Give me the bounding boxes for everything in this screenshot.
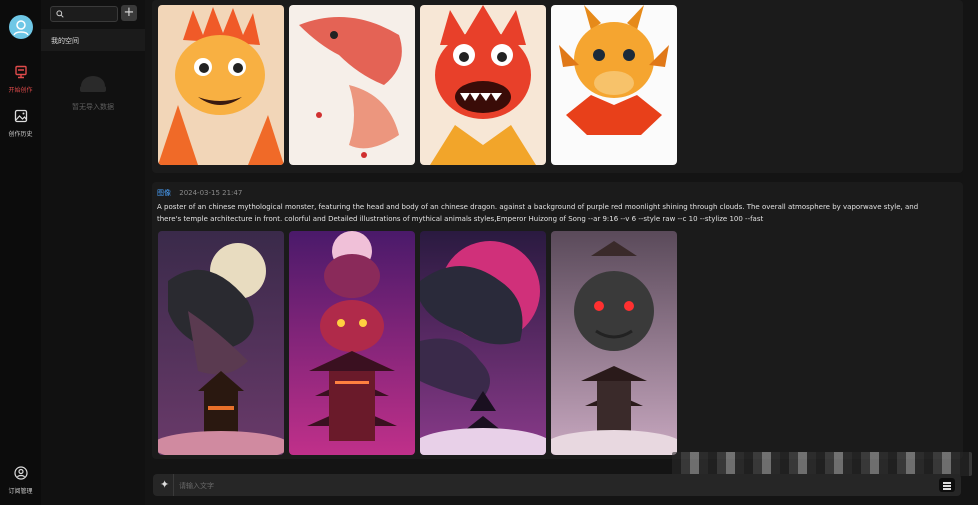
- rail-item-history[interactable]: 创作历史: [0, 108, 41, 138]
- search-input[interactable]: [50, 6, 118, 22]
- prompt-composer[interactable]: ✦ 请输入文字: [153, 474, 961, 496]
- generated-image[interactable]: [551, 5, 677, 165]
- generated-image[interactable]: [420, 231, 546, 455]
- menu-icon[interactable]: [939, 478, 955, 492]
- message-tag: 图像: [157, 189, 171, 197]
- redacted-region: [672, 452, 972, 476]
- search-icon: [56, 10, 64, 18]
- generated-image[interactable]: [289, 231, 415, 455]
- rail-item-create[interactable]: 开始创作: [0, 64, 41, 94]
- generated-image[interactable]: [551, 231, 677, 455]
- sidebar-item-my-space[interactable]: 我的空间: [41, 29, 145, 51]
- empty-box-icon: [80, 76, 106, 92]
- message-prompt: A poster of an chinese mythological mons…: [157, 203, 919, 223]
- rail-item-subscription[interactable]: 订阅管理: [0, 465, 41, 495]
- user-icon: [13, 20, 29, 36]
- divider: [173, 474, 174, 496]
- create-icon: [14, 65, 27, 79]
- generated-image[interactable]: [289, 5, 415, 165]
- user-circle-icon: [13, 466, 28, 480]
- image-icon: [14, 109, 27, 123]
- generated-image[interactable]: [420, 5, 546, 165]
- rail-item-label: 创作历史: [8, 131, 33, 138]
- generated-image[interactable]: [158, 231, 284, 455]
- rail-item-label: 开始创作: [8, 87, 33, 94]
- generated-image[interactable]: [158, 5, 284, 165]
- prompt-input[interactable]: 请输入文字: [179, 481, 214, 491]
- empty-state-label: 暂无导入数据: [72, 103, 114, 111]
- avatar[interactable]: [9, 15, 33, 39]
- sparkle-icon[interactable]: ✦: [160, 478, 169, 491]
- empty-state: 暂无导入数据: [41, 72, 145, 112]
- message-meta: 图像 2024-03-15 21:47: [157, 188, 242, 198]
- add-space-button[interactable]: +: [121, 5, 137, 21]
- message-timestamp: 2024-03-15 21:47: [179, 189, 243, 197]
- sidebar-item-label: 我的空间: [51, 37, 79, 45]
- rail-item-label: 订阅管理: [8, 488, 33, 495]
